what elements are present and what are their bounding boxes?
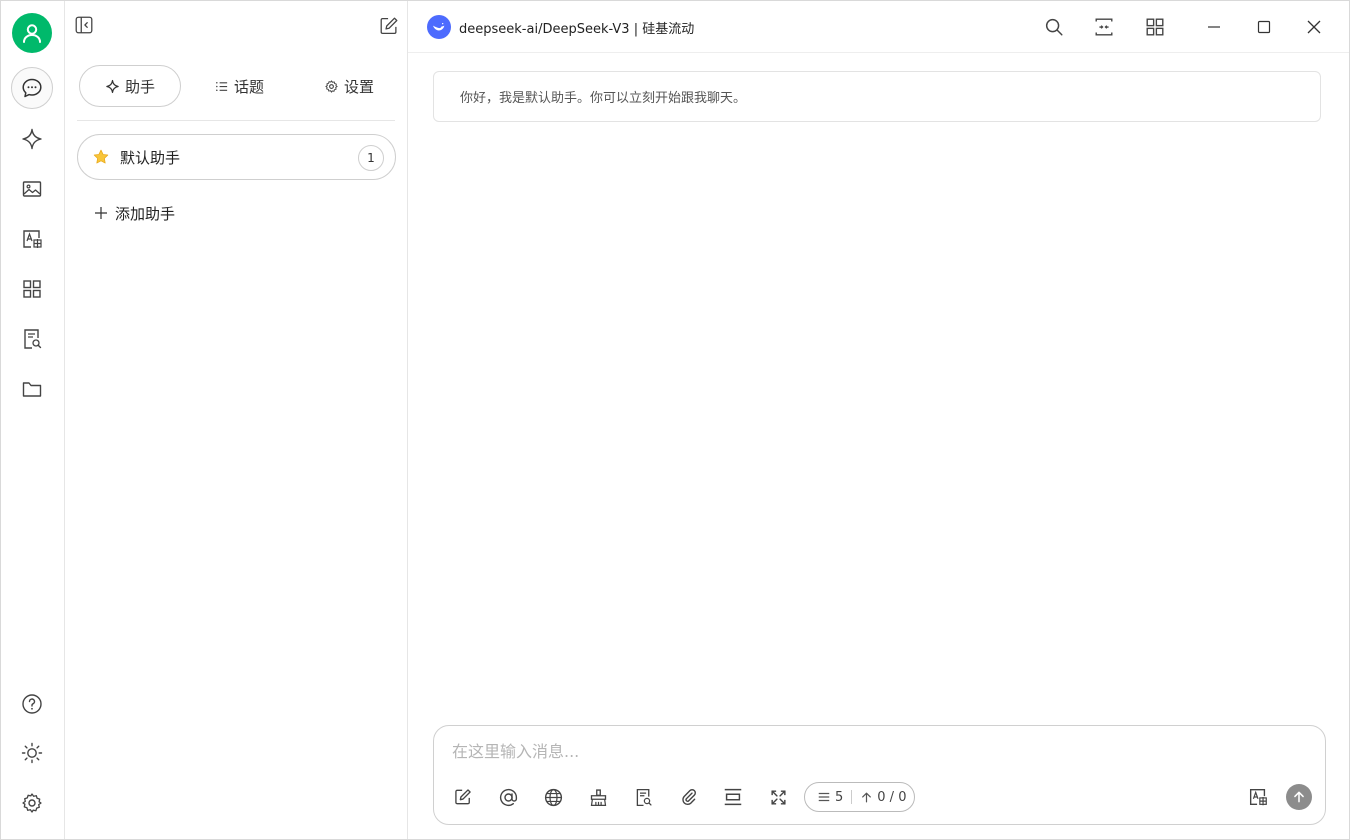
rail-paintings-button[interactable] <box>11 168 53 210</box>
expand-composer-button[interactable] <box>764 783 792 811</box>
tabs-divider <box>77 120 395 121</box>
broom-icon <box>590 788 606 806</box>
assistant-greeting-message: 你好，我是默认助手。你可以立刻开始跟我聊天。 <box>433 71 1321 122</box>
arrow-up-icon <box>862 792 872 802</box>
assistants-panel: 助手 话题 设置 默认助手 1 添加助手 <box>65 1 408 839</box>
paperclip-icon <box>681 788 696 805</box>
maximize-icon <box>1257 20 1271 34</box>
knowledge-search-icon <box>24 329 42 349</box>
token-count-pill[interactable]: 5 0 / 0 <box>804 782 915 812</box>
message-composer: 5 0 / 0 <box>433 725 1326 825</box>
add-assistant-button[interactable]: 添加助手 <box>93 201 175 225</box>
help-icon <box>22 694 42 714</box>
add-assistant-label: 添加助手 <box>115 204 176 223</box>
rail-agents-button[interactable] <box>11 118 53 160</box>
send-button[interactable] <box>1286 784 1312 810</box>
mention-model-button[interactable] <box>494 783 522 811</box>
deepseek-logo-icon <box>427 15 451 39</box>
tab-assistants-label: 助手 <box>124 77 155 96</box>
panel-toolbar <box>65 1 408 53</box>
icon-rail <box>1 1 65 839</box>
plus-icon <box>95 207 107 219</box>
web-search-button[interactable] <box>539 783 567 811</box>
sparkle-icon <box>106 79 119 93</box>
rail-settings-button[interactable] <box>11 782 53 824</box>
translate-icon <box>1249 788 1267 806</box>
clear-messages-button[interactable] <box>584 783 612 811</box>
tab-assistants[interactable]: 助手 <box>79 65 181 107</box>
panel-tabs: 助手 话题 设置 <box>79 65 395 107</box>
toggle-sidebar-button[interactable] <box>68 9 100 41</box>
apps-grid-icon <box>23 280 41 298</box>
settings-gear-icon <box>22 793 42 813</box>
chat-icon <box>22 78 42 98</box>
sidebar-collapse-icon <box>75 16 93 34</box>
narrow-mode-icon <box>1095 18 1113 36</box>
knowledge-base-button[interactable] <box>629 783 657 811</box>
star-icon <box>93 149 109 164</box>
rail-apps-button[interactable] <box>11 268 53 310</box>
edit-icon <box>380 17 398 34</box>
knowledge-search-icon <box>636 788 652 806</box>
context-divider-button[interactable] <box>719 783 747 811</box>
pill-separator <box>851 790 853 804</box>
gear-icon <box>325 79 338 93</box>
tab-topics[interactable]: 话题 <box>189 65 289 107</box>
sparkle-icon <box>22 128 42 150</box>
folder-icon <box>22 382 42 397</box>
search-button[interactable] <box>1038 11 1070 43</box>
expand-icon <box>770 789 786 805</box>
search-icon <box>1045 18 1063 36</box>
close-button[interactable] <box>1298 11 1330 43</box>
edit-icon <box>455 789 471 805</box>
minimize-button[interactable] <box>1198 11 1230 43</box>
model-selector[interactable]: deepseek-ai/DeepSeek-V3 | 硅基流动 <box>427 15 694 39</box>
tab-settings[interactable]: 设置 <box>299 65 399 107</box>
close-icon <box>1307 20 1321 34</box>
image-icon <box>22 181 42 197</box>
tab-topics-label: 话题 <box>233 77 264 96</box>
new-topic-button[interactable] <box>373 10 405 42</box>
layout-button[interactable] <box>1139 11 1171 43</box>
divider-icon <box>724 788 742 806</box>
rail-translate-button[interactable] <box>11 218 53 260</box>
translate-icon <box>23 230 42 248</box>
globe-icon <box>544 788 562 806</box>
list-icon <box>216 81 228 91</box>
at-sign-icon <box>499 788 517 806</box>
sun-theme-icon <box>21 742 43 764</box>
layout-grid-icon <box>1146 18 1164 36</box>
assistant-item-default[interactable]: 默认助手 1 <box>77 134 396 180</box>
user-icon <box>23 24 41 43</box>
message-input[interactable] <box>452 738 1302 764</box>
rail-chat-button[interactable] <box>11 67 53 109</box>
rail-theme-button[interactable] <box>11 732 53 774</box>
assistant-item-label: 默认助手 <box>120 148 181 167</box>
rail-help-button[interactable] <box>11 683 53 725</box>
new-topic-tool-button[interactable] <box>449 783 477 811</box>
rail-files-button[interactable] <box>11 368 53 410</box>
model-name: deepseek-ai/DeepSeek-V3 | 硅基流动 <box>459 21 695 37</box>
main-titlebar: deepseek-ai/DeepSeek-V3 | 硅基流动 <box>408 1 1349 53</box>
maximize-button[interactable] <box>1248 11 1280 43</box>
narrow-mode-button[interactable] <box>1088 11 1120 43</box>
tab-settings-label: 设置 <box>343 77 374 96</box>
minimize-icon <box>1208 26 1220 28</box>
arrow-up-icon <box>1294 791 1304 803</box>
attach-file-button[interactable] <box>674 783 702 811</box>
topic-count-badge: 1 <box>358 145 384 171</box>
token-usage: 0 / 0 <box>877 789 907 805</box>
app-window: 助手 话题 设置 默认助手 1 添加助手 deepseek-ai/DeepSee… <box>0 0 1350 840</box>
context-lines-icon <box>818 792 830 802</box>
rail-knowledge-button[interactable] <box>11 318 53 360</box>
translate-input-button[interactable] <box>1244 783 1272 811</box>
context-count: 5 <box>835 789 844 805</box>
user-avatar[interactable] <box>12 13 52 53</box>
